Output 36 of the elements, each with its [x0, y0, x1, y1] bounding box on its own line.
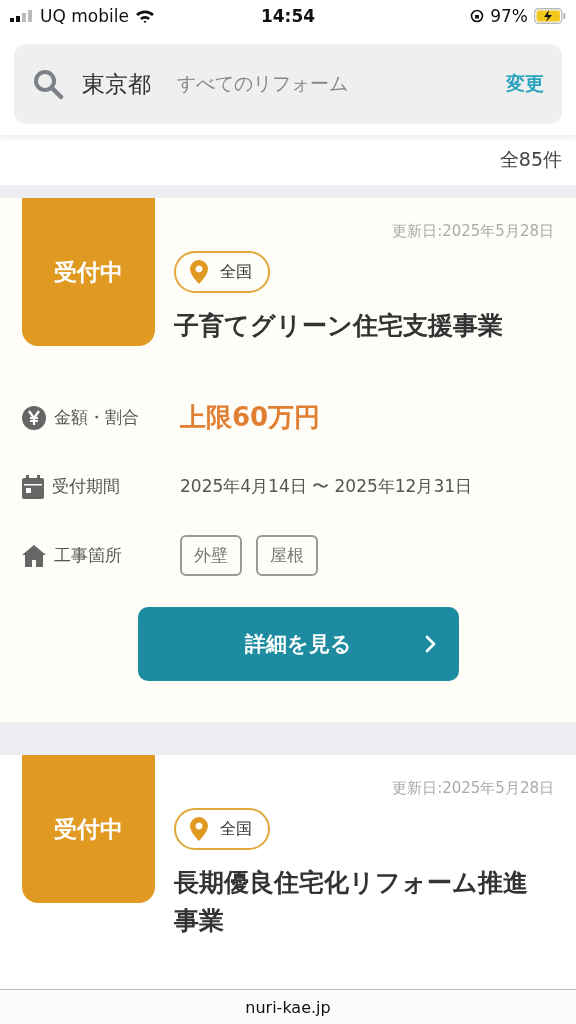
updated-date: 更新日:2025年5月28日	[392, 222, 554, 241]
detail-label: 金額・割合	[54, 406, 139, 429]
url-text: nuri-kae.jp	[245, 997, 331, 1017]
rotation-lock-icon	[470, 9, 485, 23]
yen-icon	[22, 405, 46, 430]
detail-label: 工事箇所	[54, 544, 122, 567]
period-value: 2025年4月14日 〜 2025年12月31日	[180, 475, 473, 498]
part-tag: 屋根	[256, 535, 318, 576]
amount-value: 上限60万円	[180, 401, 321, 434]
details-button[interactable]: 詳細を見る	[137, 607, 459, 681]
change-link[interactable]: 変更	[506, 71, 544, 97]
house-icon	[22, 544, 46, 567]
location-pin-icon	[190, 817, 208, 841]
signal-icon	[10, 10, 34, 22]
location-pin-icon	[190, 260, 208, 284]
status-badge: 受付中	[22, 755, 155, 903]
wifi-icon	[134, 9, 155, 23]
updated-date: 更新日:2025年5月28日	[392, 779, 554, 798]
result-count: 全85件	[499, 147, 562, 172]
region-text: 全国	[220, 261, 252, 283]
part-tag: 外壁	[180, 535, 242, 576]
area-text: 東京都	[82, 69, 151, 99]
category-text: すべてのリフォーム	[177, 71, 349, 96]
clock-time: 14:54	[260, 6, 316, 26]
battery-icon	[534, 8, 566, 24]
battery-percent: 97%	[490, 6, 528, 26]
carrier-name: UQ mobile	[40, 6, 129, 26]
search-icon	[32, 68, 64, 100]
card-title: 長期優良住宅化リフォーム推進事業	[174, 867, 529, 937]
region-text: 全国	[220, 818, 252, 840]
chevron-right-icon	[424, 635, 437, 653]
status-badge: 受付中	[22, 198, 155, 346]
card-title: 子育てグリーン住宅支援事業	[174, 310, 504, 342]
calendar-icon	[22, 474, 44, 499]
search-bar[interactable]: 東京都 すべてのリフォーム 変更	[14, 44, 562, 124]
detail-label: 受付期間	[52, 475, 120, 498]
